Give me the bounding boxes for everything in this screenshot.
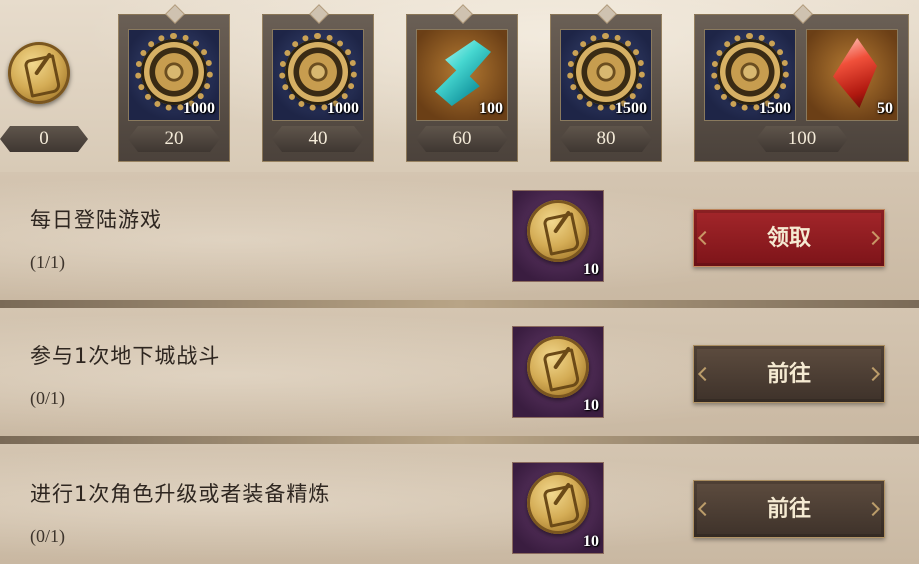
chevron-right-icon (865, 366, 881, 382)
milestone-threshold: 80 (560, 126, 652, 152)
reward-quantity: 1000 (183, 100, 215, 117)
task-title: 每日登陆游戏 (30, 208, 162, 232)
chevron-left-icon (697, 366, 713, 382)
divider (0, 436, 919, 444)
milestone-0: 0 (0, 0, 92, 172)
milestone-threshold: 20 (128, 126, 220, 152)
gear-coin-icon (279, 33, 357, 111)
task-reward[interactable]: 10 (512, 190, 604, 282)
gear-coin-icon (567, 33, 645, 111)
milestone-threshold: 60 (416, 126, 508, 152)
go-button[interactable]: 前往 (693, 345, 885, 403)
reward-quantity: 50 (877, 100, 893, 117)
reward-slot[interactable]: 1500 (560, 29, 652, 121)
reward-track: 0 1000 20 1000 40 100 60 1500 80 1500 50… (0, 0, 919, 172)
claim-button-label: 领取 (766, 226, 811, 251)
go-button-label: 前往 (766, 362, 811, 387)
gear-coin-icon (711, 33, 789, 111)
task-title: 参与1次地下城战斗 (30, 344, 221, 368)
red-crystal-icon (833, 38, 877, 108)
task-row: 每日登陆游戏 (1/1) 10 领取 (0, 172, 919, 308)
scroll-coin-icon (527, 200, 589, 262)
divider (0, 300, 919, 308)
claim-button[interactable]: 领取 (693, 209, 885, 267)
reward-quantity: 1500 (759, 100, 791, 117)
reward-slot[interactable]: 50 (806, 29, 898, 121)
task-reward[interactable]: 10 (512, 462, 604, 554)
reward-quantity: 10 (583, 397, 599, 414)
task-progress: (0/1) (30, 388, 65, 408)
milestone-threshold: 100 (756, 126, 848, 152)
reward-quantity: 10 (583, 533, 599, 550)
reward-slot[interactable]: 1000 (272, 29, 364, 121)
task-progress: (1/1) (30, 252, 65, 272)
reward-slot[interactable]: 100 (416, 29, 508, 121)
milestone-100: 1500 50 100 (694, 0, 909, 172)
reward-quantity: 1500 (615, 100, 647, 117)
task-reward[interactable]: 10 (512, 326, 604, 418)
milestone-threshold: 0 (0, 126, 88, 152)
reward-quantity: 10 (583, 261, 599, 278)
scroll-coin-icon (527, 472, 589, 534)
reward-slot[interactable]: 1500 (704, 29, 796, 121)
milestone-80: 1500 80 (550, 0, 662, 172)
scroll-coin-icon (527, 336, 589, 398)
milestone-threshold: 40 (272, 126, 364, 152)
chevron-left-icon (697, 230, 713, 246)
chevron-right-icon (865, 501, 881, 517)
chevron-left-icon (697, 501, 713, 517)
milestone-20: 1000 20 (118, 0, 230, 172)
task-title: 进行1次角色升级或者装备精炼 (30, 482, 331, 506)
task-row: 参与1次地下城战斗 (0/1) 10 前往 (0, 308, 919, 444)
reward-quantity: 1000 (327, 100, 359, 117)
blue-crystal-icon (435, 40, 491, 106)
scroll-coin-icon (8, 42, 70, 104)
task-progress: (0/1) (30, 526, 65, 546)
milestone-60: 100 60 (406, 0, 518, 172)
task-row: 进行1次角色升级或者装备精炼 (0/1) 10 前往 (0, 444, 919, 564)
gear-coin-icon (135, 33, 213, 111)
reward-quantity: 100 (479, 100, 503, 117)
go-button-label: 前往 (766, 497, 811, 522)
chevron-right-icon (865, 230, 881, 246)
milestone-40: 1000 40 (262, 0, 374, 172)
reward-slot[interactable]: 1000 (128, 29, 220, 121)
go-button[interactable]: 前往 (693, 480, 885, 538)
